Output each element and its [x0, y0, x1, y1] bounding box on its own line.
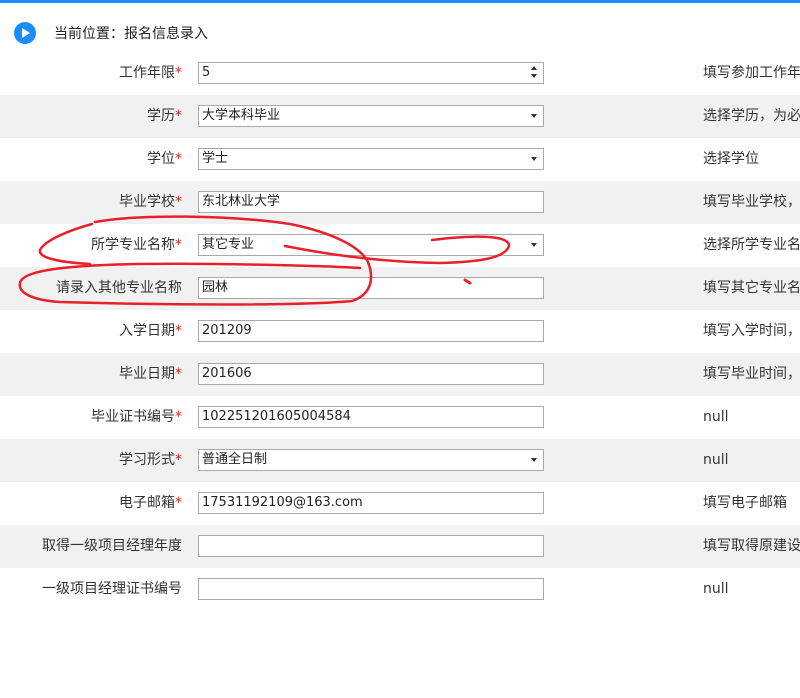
field-label-text: 请录入其他专业名称: [56, 280, 182, 296]
field-value: 园林: [202, 280, 229, 295]
field-label-text: 毕业学校: [119, 194, 175, 210]
required-asterisk: *: [175, 194, 182, 210]
field-label: 入学日期*: [119, 310, 182, 353]
dropdown-arrow-icon[interactable]: [531, 458, 537, 462]
breadcrumb-label: 当前位置：报名信息录入: [54, 26, 208, 42]
text-field[interactable]: 102251201605004584: [198, 406, 544, 428]
field-hint: 填写毕业学校，: [703, 194, 800, 210]
field-value: 102251201605004584: [202, 409, 351, 424]
dropdown-arrow-icon[interactable]: [531, 114, 537, 118]
spinner-arrows-icon[interactable]: [531, 66, 537, 80]
field-hint: 填写电子邮箱: [703, 495, 787, 511]
field-label: 毕业日期*: [119, 353, 182, 396]
text-field[interactable]: 201606: [198, 363, 544, 385]
select-field[interactable]: 大学本科毕业: [198, 105, 544, 127]
field-label-text: 学习形式: [119, 452, 175, 468]
required-asterisk: *: [175, 452, 182, 468]
field-label: 学历*: [147, 95, 182, 138]
form-row: 工作年限* 5 填写参加工作年: [0, 52, 800, 95]
form-row: 学位* 学士 选择学位: [0, 138, 800, 181]
breadcrumb: 当前位置：报名信息录入: [14, 22, 208, 44]
text-field[interactable]: 东北林业大学: [198, 191, 544, 213]
field-hint: 填写入学时间，: [703, 323, 800, 339]
field-label-text: 学位: [147, 151, 175, 167]
field-label: 毕业学校*: [119, 181, 182, 224]
field-value: 201209: [202, 323, 252, 338]
field-hint: 填写毕业时间，: [703, 366, 800, 382]
field-value: 东北林业大学: [202, 194, 281, 209]
required-asterisk: *: [175, 151, 182, 167]
field-hint: 填写取得原建设: [703, 538, 800, 554]
field-label-text: 毕业证书编号: [91, 409, 175, 425]
select-field[interactable]: 普通全日制: [198, 449, 544, 471]
field-hint: 选择学位: [703, 151, 759, 167]
required-asterisk: *: [175, 495, 182, 511]
select-field[interactable]: 学士: [198, 148, 544, 170]
text-field[interactable]: 201209: [198, 320, 544, 342]
required-asterisk: *: [175, 108, 182, 124]
field-hint: 填写其它专业名: [703, 280, 800, 296]
form-row: 毕业学校* 东北林业大学 填写毕业学校，: [0, 181, 800, 224]
field-label: 学习形式*: [119, 439, 182, 482]
field-label-text: 一级项目经理证书编号: [42, 581, 182, 597]
field-label-text: 电子邮箱: [119, 495, 175, 511]
required-asterisk: *: [175, 237, 182, 253]
play-circle-icon: [14, 22, 36, 44]
text-field[interactable]: [198, 535, 544, 557]
required-asterisk: *: [175, 366, 182, 382]
field-value: 201606: [202, 366, 252, 381]
form-row: 学历* 大学本科毕业 选择学历，为必: [0, 95, 800, 138]
select-field[interactable]: 其它专业: [198, 234, 544, 256]
field-label: 请录入其他专业名称: [56, 267, 182, 310]
field-hint: null: [703, 452, 729, 468]
field-label: 毕业证书编号*: [91, 396, 182, 439]
required-asterisk: *: [175, 65, 182, 81]
text-field[interactable]: [198, 578, 544, 600]
text-field[interactable]: 17531192109@163.com: [198, 492, 544, 514]
field-value: 其它专业: [202, 237, 255, 252]
field-label: 工作年限*: [119, 52, 182, 95]
field-hint: 选择学历，为必: [703, 108, 800, 124]
number-spinner-field[interactable]: 5: [198, 62, 544, 84]
field-label: 所学专业名称*: [91, 224, 182, 267]
form-row: 电子邮箱* 17531192109@163.com 填写电子邮箱: [0, 482, 800, 525]
required-asterisk: *: [175, 409, 182, 425]
field-hint: 选择所学专业名: [703, 237, 800, 253]
text-field[interactable]: 园林: [198, 277, 544, 299]
dropdown-arrow-icon[interactable]: [531, 243, 537, 247]
dropdown-arrow-icon[interactable]: [531, 157, 537, 161]
field-label-text: 毕业日期: [119, 366, 175, 382]
field-hint: 填写参加工作年: [703, 65, 800, 81]
field-label: 电子邮箱*: [119, 482, 182, 525]
field-label-text: 工作年限: [119, 65, 175, 81]
field-label-text: 学历: [147, 108, 175, 124]
field-value: 学士: [202, 151, 229, 166]
form-row: 一级项目经理证书编号 null: [0, 568, 800, 611]
form-row: 请录入其他专业名称 园林 填写其它专业名: [0, 267, 800, 310]
field-label: 一级项目经理证书编号: [42, 568, 182, 611]
field-value: 17531192109@163.com: [202, 495, 363, 510]
form-row: 学习形式* 普通全日制 null: [0, 439, 800, 482]
field-value: 5: [202, 65, 211, 80]
field-value: 大学本科毕业: [202, 108, 281, 123]
form-row: 毕业日期* 201606 填写毕业时间，: [0, 353, 800, 396]
form-row: 毕业证书编号* 102251201605004584 null: [0, 396, 800, 439]
field-label-text: 所学专业名称: [91, 237, 175, 253]
field-hint: null: [703, 581, 729, 597]
field-label: 学位*: [147, 138, 182, 181]
required-asterisk: *: [175, 323, 182, 339]
field-label: 取得一级项目经理年度: [42, 525, 182, 568]
field-label-text: 入学日期: [119, 323, 175, 339]
top-accent-bar: [0, 0, 800, 3]
field-hint: null: [703, 409, 729, 425]
form-row: 取得一级项目经理年度 填写取得原建设: [0, 525, 800, 568]
field-label-text: 取得一级项目经理年度: [42, 538, 182, 554]
form-row: 所学专业名称* 其它专业 选择所学专业名: [0, 224, 800, 267]
form-row: 入学日期* 201209 填写入学时间，: [0, 310, 800, 353]
field-value: 普通全日制: [202, 452, 268, 467]
